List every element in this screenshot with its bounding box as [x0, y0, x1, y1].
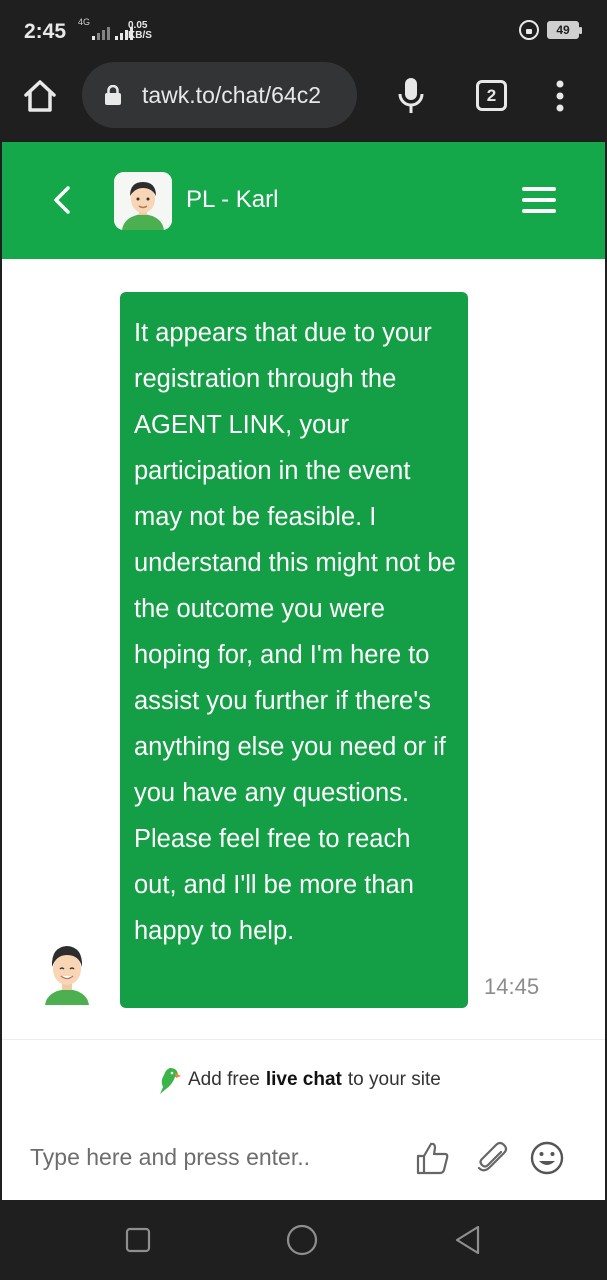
- signal-indicator: 4G: [78, 17, 134, 40]
- thumbs-up-icon[interactable]: [415, 1140, 451, 1176]
- back-chevron-icon[interactable]: [50, 184, 74, 216]
- android-navigation-bar: [0, 1200, 607, 1280]
- home-icon[interactable]: [22, 78, 58, 114]
- signal-bars-icon: [92, 26, 111, 40]
- status-right: 49: [519, 20, 582, 40]
- network-speed: 0.05 KB/S: [128, 21, 152, 41]
- more-vert-icon[interactable]: [550, 78, 570, 114]
- agent-avatar: [114, 172, 172, 230]
- speed-unit: KB/S: [128, 30, 152, 41]
- address-bar[interactable]: tawk.to/chat/64c2: [82, 62, 357, 128]
- chat-header: PL - Karl: [2, 142, 605, 259]
- url-text: tawk.to/chat/64c2: [142, 82, 321, 108]
- agent-name: PL - Karl: [186, 186, 279, 213]
- tawk-parrot-icon: [160, 1068, 181, 1094]
- tabs-icon[interactable]: 2: [476, 80, 507, 111]
- rotation-lock-icon: [519, 20, 539, 40]
- branding-prefix: Add free: [188, 1069, 260, 1090]
- chat-messages: It appears that due to your registration…: [2, 259, 605, 1039]
- status-bar: 2:45 4G 0.05 KB/S 49: [0, 0, 607, 60]
- emoji-icon[interactable]: [529, 1140, 565, 1176]
- branding-footer[interactable]: Add free live chat to your site: [2, 1039, 605, 1114]
- message-timestamp: 14:45: [484, 974, 540, 999]
- paperclip-icon[interactable]: [474, 1140, 510, 1176]
- back-triangle-icon[interactable]: [452, 1224, 484, 1256]
- branding-suffix: to your site: [347, 1069, 441, 1090]
- status-time: 2:45: [24, 20, 67, 43]
- message-text: It appears that due to your registration…: [134, 319, 456, 945]
- mic-icon[interactable]: [396, 76, 426, 116]
- message-composer: [2, 1114, 605, 1200]
- lock-icon: [104, 84, 122, 105]
- browser-toolbar: tawk.to/chat/64c2 2: [0, 60, 607, 142]
- branding-link[interactable]: Add free live chat to your site: [156, 1065, 441, 1095]
- branding-bold: live chat: [265, 1069, 342, 1090]
- message-input[interactable]: [30, 1136, 390, 1178]
- agent-message-bubble: It appears that due to your registration…: [120, 292, 468, 1008]
- recents-icon[interactable]: [122, 1224, 154, 1256]
- hamburger-menu-icon[interactable]: [522, 187, 556, 213]
- message-avatar: [39, 931, 95, 1007]
- home-circle-icon[interactable]: [286, 1224, 318, 1256]
- battery-icon: 49: [547, 21, 582, 39]
- network-type: 4G: [78, 17, 91, 27]
